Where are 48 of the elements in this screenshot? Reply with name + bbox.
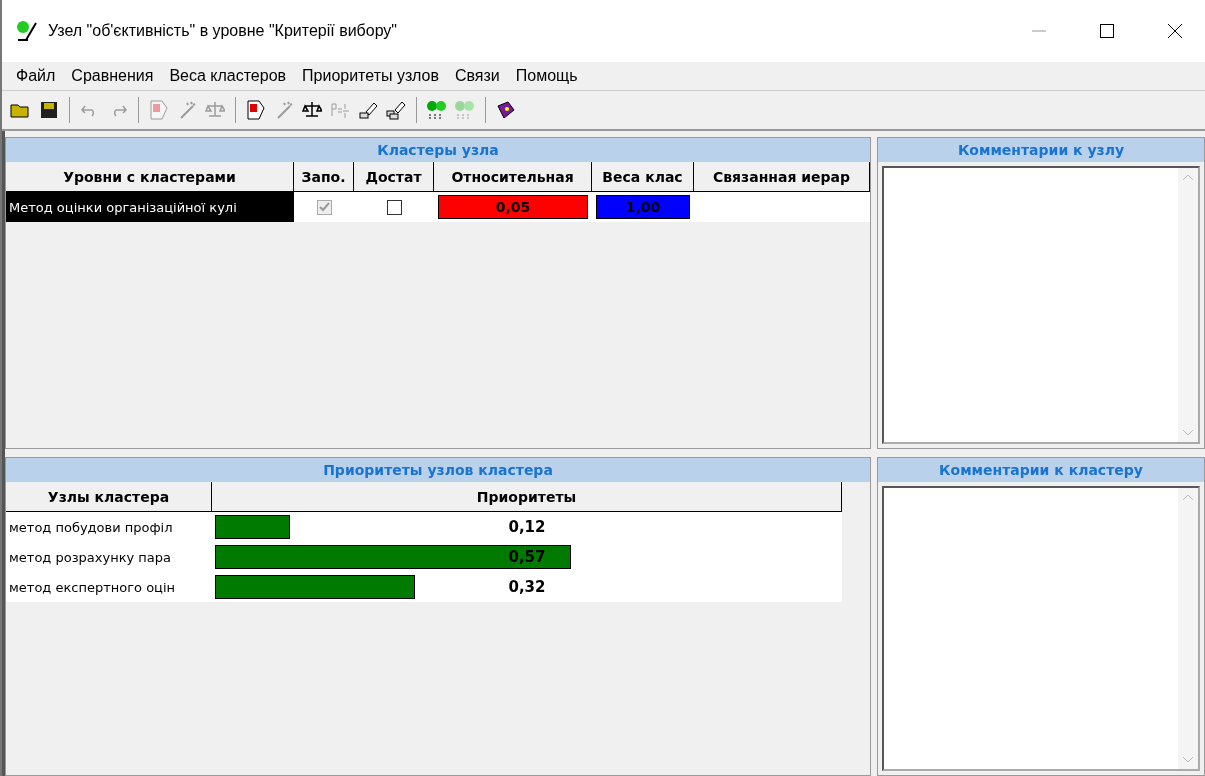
table-cell: метод побудови профіл: [6, 512, 212, 542]
table-cell: метод розрахунку пара: [6, 542, 212, 572]
maximize-icon: [1100, 24, 1114, 38]
menu-item[interactable]: Помощь: [507, 67, 586, 85]
column-header[interactable]: Узлы кластера: [6, 482, 212, 512]
folder-icon: [10, 101, 32, 119]
column-header[interactable]: Приоритеты: [212, 482, 842, 512]
scroll-down-icon[interactable]: [1183, 757, 1193, 763]
column-header[interactable]: Достат: [354, 162, 434, 192]
priority-value: 0,12: [508, 518, 546, 536]
close-icon: [1167, 23, 1183, 39]
menu-item[interactable]: Приоритеты узлов: [294, 67, 447, 85]
panel-title: Комментарии к узлу: [878, 138, 1204, 162]
column-header[interactable]: Запо.: [294, 162, 354, 192]
scroll-up-icon[interactable]: [1183, 494, 1193, 500]
panel-title: Приоритеты узлов кластера: [6, 458, 870, 482]
minimize-icon: [1032, 30, 1046, 32]
scroll-down-icon[interactable]: [1183, 430, 1193, 436]
table-cell: метод експертного оцін: [6, 572, 212, 602]
value-bar: 1,00: [596, 195, 690, 219]
document-icon: [246, 100, 266, 120]
priority-value: 0,32: [508, 578, 546, 596]
scroll-up-icon[interactable]: [1183, 174, 1193, 180]
menu-item[interactable]: Веса кластеров: [161, 67, 295, 85]
column-header[interactable]: Веса клас: [592, 162, 694, 192]
formula-icon: [330, 101, 350, 119]
document-icon: [149, 100, 169, 120]
panel-title: Комментарии к кластеру: [878, 458, 1204, 482]
priority-value: 0,57: [508, 548, 546, 566]
window-title: Узел "об'єктивність" в уровне "Критерії вибору": [48, 22, 399, 40]
menu-item[interactable]: Сравнения: [63, 67, 162, 85]
menu-item[interactable]: Файл: [8, 67, 64, 85]
scale-icon: [302, 100, 322, 120]
eraser-icon: [386, 100, 406, 120]
checkbox[interactable]: [386, 199, 402, 215]
menu-item[interactable]: Связи: [447, 67, 508, 85]
save-icon: [40, 101, 58, 119]
table-cell[interactable]: Метод оцінки організаційної кулі: [6, 192, 294, 222]
nodes-icon: [426, 99, 448, 121]
column-header[interactable]: Связанная иерар: [694, 162, 870, 192]
nodes-icon: [454, 99, 476, 121]
value-bar: 0,05: [438, 195, 588, 219]
eraser-icon: [358, 100, 378, 120]
scale-icon: [205, 100, 225, 120]
column-header[interactable]: Относительная: [434, 162, 592, 192]
column-header[interactable]: Уровни с кластерами: [6, 162, 294, 192]
app-icon: [16, 20, 40, 42]
panel-title: Кластеры узла: [6, 138, 870, 162]
